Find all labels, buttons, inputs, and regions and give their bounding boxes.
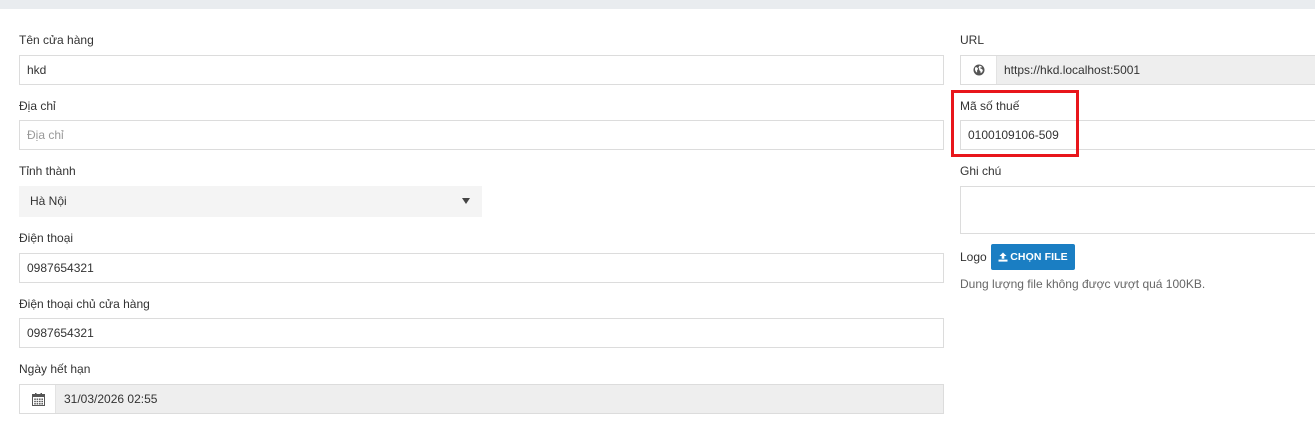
phone-label: Điện thoại (19, 231, 74, 245)
globe-icon (973, 64, 985, 76)
url-input-group[interactable]: https://hkd.localhost:5001 (960, 55, 1315, 85)
url-value: https://hkd.localhost:5001 (1004, 63, 1141, 77)
upload-icon (998, 252, 1008, 262)
province-selected-value: Hà Nội (30, 194, 67, 208)
note-label: Ghi chú (960, 164, 1002, 178)
phone-input[interactable]: 0987654321 (19, 253, 944, 283)
province-select[interactable]: Hà Nội (19, 186, 482, 217)
choose-file-label: CHỌN FILE (1010, 251, 1068, 263)
tax-code-highlight-box (951, 90, 1079, 157)
choose-file-button[interactable]: CHỌN FILE (991, 244, 1075, 270)
calendar-addon (20, 385, 56, 413)
logo-label: Logo (960, 250, 987, 264)
owner-phone-input[interactable]: 0987654321 (19, 318, 944, 348)
expiry-label: Ngày hết hạn (19, 362, 91, 376)
owner-phone-label: Điện thoại chủ cửa hàng (19, 297, 150, 311)
calendar-icon (32, 393, 45, 406)
caret-down-icon (462, 198, 470, 204)
logo-size-hint: Dung lượng file không được vượt quá 100K… (960, 277, 1206, 291)
expiry-input-group[interactable]: 31/03/2026 02:55 (19, 384, 944, 414)
address-label: Địa chỉ (19, 99, 56, 113)
expiry-value: 31/03/2026 02:55 (64, 392, 158, 406)
globe-addon (961, 56, 997, 84)
store-name-label: Tên cửa hàng (19, 33, 94, 47)
province-label: Tỉnh thành (19, 164, 76, 178)
note-textarea[interactable] (960, 186, 1315, 234)
store-name-input[interactable]: hkd (19, 55, 944, 85)
address-input[interactable]: Địa chỉ (19, 120, 944, 150)
url-label: URL (960, 33, 985, 47)
